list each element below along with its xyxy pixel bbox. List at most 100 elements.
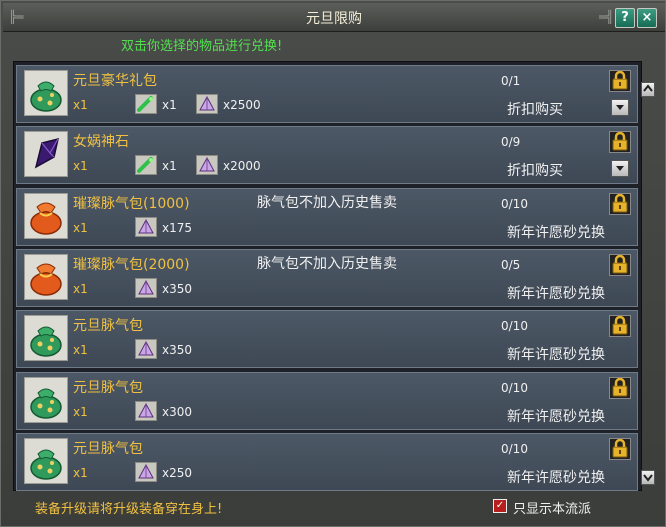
window-title: 元旦限购: [306, 11, 362, 27]
exchange-type: 折扣购买: [507, 163, 563, 180]
cost-count: x2000: [223, 159, 261, 174]
title-ornament-right: ═╣: [599, 10, 614, 24]
lock-icon[interactable]: [609, 376, 631, 399]
lock-icon[interactable]: [609, 70, 631, 92]
cost-icon-frame: [135, 400, 157, 421]
cost-icon-frame: [135, 94, 157, 114]
purple-stone-icon: [34, 138, 59, 169]
crystal-sand-icon: [138, 341, 154, 356]
chevron-down-icon: [643, 474, 653, 482]
list-item[interactable]: 元旦脉气包 x1 0/10 新年许愿砂兑换 x250: [16, 432, 638, 491]
cost-count: x350: [162, 343, 193, 358]
list-item[interactable]: 女娲神石 x1 0/9 折扣购买 x1 x2000: [16, 126, 638, 185]
exchange-type: 新年许愿砂兑换: [507, 469, 605, 486]
footer-hint: 装备升级请将升级装备穿在身上!: [35, 502, 223, 517]
exchange-type: 新年许愿砂兑换: [507, 285, 605, 302]
scroll-up-button[interactable]: [641, 82, 655, 97]
lock-icon[interactable]: [609, 253, 631, 276]
cost-icon-frame: [196, 94, 218, 114]
crystal-sand-icon: [138, 402, 154, 417]
item-name: 元旦脉气包: [73, 379, 143, 396]
item-quantity: x1: [73, 404, 88, 419]
cost-count: x1: [162, 98, 177, 112]
crystal-sand-icon: [199, 157, 215, 172]
purchase-limit: 0/1: [501, 74, 521, 88]
item-quantity: x1: [73, 159, 88, 174]
item-icon-frame: [24, 376, 68, 423]
exchange-type: 新年许愿砂兑换: [507, 347, 605, 364]
purchase-limit: 0/9: [501, 135, 521, 150]
show-own-school-label[interactable]: 只显示本流派: [513, 498, 591, 517]
item-icon-frame: [24, 315, 68, 362]
crystal-sand-icon: [138, 279, 154, 295]
list-item[interactable]: 元旦脉气包 x1 0/10 新年许愿砂兑换 x350: [16, 310, 638, 369]
show-own-school-checkbox[interactable]: ✓: [493, 499, 507, 513]
list-item[interactable]: 璀璨脉气包(2000) x1 脉气包不加入历史售卖 0/5 新年许愿砂兑换 x3…: [16, 248, 638, 307]
green-bag-icon: [30, 449, 62, 480]
item-quantity: x1: [73, 465, 88, 480]
purchase-limit: 0/10: [501, 319, 528, 334]
item-quantity: x1: [73, 343, 88, 358]
exchange-type: 新年许愿砂兑换: [507, 224, 605, 241]
green-bag-icon: [30, 81, 62, 112]
item-name: 璀璨脉气包(2000): [73, 256, 190, 273]
purchase-limit: 0/5: [501, 257, 521, 272]
item-list[interactable]: 元旦豪华礼包 x1 0/1 折扣购买 x1 x2500 女娲神石 x1 0/9 折…: [13, 61, 655, 491]
item-icon-frame: [24, 253, 68, 300]
exchange-type: 折扣购买: [507, 102, 563, 118]
discount-dropdown-button[interactable]: [611, 160, 629, 178]
item-name: 元旦脉气包: [73, 318, 143, 335]
green-bag-icon: [30, 388, 62, 419]
list-item[interactable]: 元旦豪华礼包 x1 0/1 折扣购买 x1 x2500: [16, 65, 638, 123]
item-icon-frame: [24, 131, 68, 178]
cost-count: x2500: [223, 98, 261, 112]
crystal-sand-icon: [138, 218, 154, 234]
cost-count: x350: [162, 281, 193, 296]
lock-icon[interactable]: [609, 131, 631, 154]
cost-icon-frame: [135, 461, 157, 482]
jade-stick-icon: [137, 157, 153, 174]
purchase-limit: 0/10: [501, 380, 528, 395]
exchange-type: 新年许愿砂兑换: [507, 408, 605, 425]
item-icon-frame: [24, 437, 68, 484]
item-icon-frame: [24, 192, 68, 239]
chevron-up-icon: [643, 84, 653, 92]
jade-stick-icon: [137, 96, 153, 112]
cost-icon-frame: [135, 216, 157, 237]
cost-icon-frame: [135, 155, 157, 176]
item-quantity: x1: [73, 281, 88, 296]
item-note: 脉气包不加入历史售卖: [257, 194, 397, 211]
purchase-limit: 0/10: [501, 441, 528, 456]
scroll-down-button[interactable]: [641, 470, 655, 485]
cost-icon-frame: [135, 277, 157, 298]
cost-count: x175: [162, 220, 193, 235]
cost-count: x300: [162, 404, 193, 419]
item-name: 元旦豪华礼包: [73, 73, 157, 89]
item-name: 璀璨脉气包(1000): [73, 195, 190, 212]
green-bag-icon: [30, 326, 62, 357]
instruction-text: 双击你选择的物品进行兑换!: [121, 39, 283, 54]
cost-count: x250: [162, 465, 193, 480]
cost-count: x1: [162, 159, 177, 174]
cost-icon-frame: [196, 155, 218, 176]
item-name: 元旦脉气包: [73, 440, 143, 457]
item-note: 脉气包不加入历史售卖: [257, 255, 397, 272]
item-quantity: x1: [73, 220, 88, 235]
help-button[interactable]: ?: [615, 8, 635, 28]
crystal-sand-icon: [138, 463, 154, 479]
item-icon-frame: [24, 70, 68, 116]
item-name: 女娲神石: [73, 134, 129, 151]
close-button[interactable]: ×: [637, 8, 657, 28]
lock-icon[interactable]: [609, 437, 631, 460]
item-quantity: x1: [73, 98, 88, 112]
list-item[interactable]: 元旦脉气包 x1 0/10 新年许愿砂兑换 x300: [16, 371, 638, 430]
lock-icon[interactable]: [609, 192, 631, 215]
list-item[interactable]: 璀璨脉气包(1000) x1 脉气包不加入历史售卖 0/10 新年许愿砂兑换 x…: [16, 187, 638, 246]
exchange-window: ╠═ 元旦限购 ═╣ ? × 双击你选择的物品进行兑换! 元旦豪华礼包 x1 0…: [0, 0, 666, 527]
cost-icon-frame: [135, 339, 157, 360]
lock-icon[interactable]: [609, 315, 631, 338]
title-bar[interactable]: ╠═ 元旦限购 ═╣ ? ×: [3, 3, 665, 32]
discount-dropdown-button[interactable]: [611, 99, 629, 116]
crystal-sand-icon: [199, 96, 215, 111]
red-bag-icon: [30, 202, 62, 235]
